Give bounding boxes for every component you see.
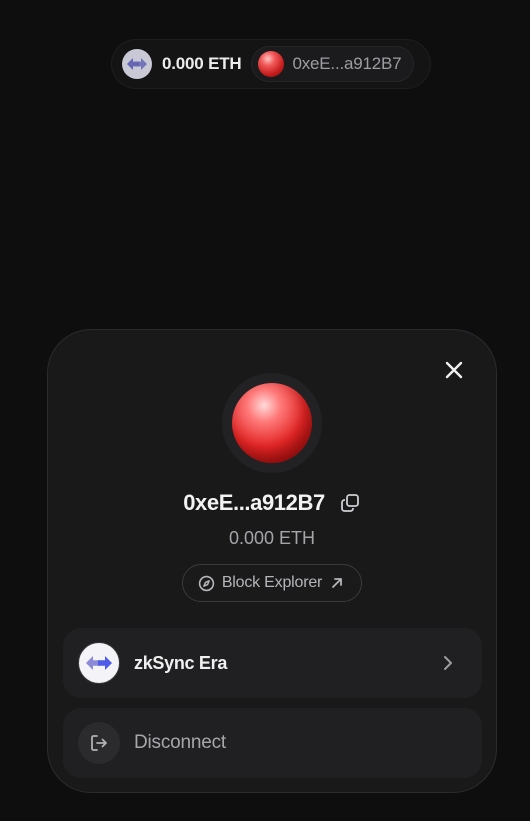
account-button[interactable]: 0.000 ETH 0xeE...a912B7 xyxy=(111,39,431,89)
network-icon[interactable] xyxy=(122,49,152,79)
disconnect-icon-frame xyxy=(78,722,120,764)
close-icon xyxy=(445,361,463,379)
disconnect-label: Disconnect xyxy=(134,732,226,753)
address-chip-text: 0xeE...a912B7 xyxy=(292,54,402,73)
arrow-up-right-icon xyxy=(328,574,346,592)
account-balance: 0.000 ETH xyxy=(162,54,242,73)
avatar-frame xyxy=(222,373,322,473)
account-balance-large: 0.000 ETH xyxy=(228,528,316,548)
copy-icon[interactable] xyxy=(339,492,361,514)
zksync-arrows-icon xyxy=(127,58,147,70)
zksync-logo-icon xyxy=(78,642,120,684)
network-selector[interactable]: zkSync Era xyxy=(63,628,482,698)
account-modal: 0xeE...a912B7 0.000 ETH Block Explorer z… xyxy=(47,329,497,793)
address-row: 0xeE...a912B7 xyxy=(48,490,496,516)
block-explorer-button[interactable]: Block Explorer xyxy=(182,564,362,602)
network-name: zkSync Era xyxy=(134,652,228,673)
disconnect-button[interactable]: Disconnect xyxy=(63,708,482,778)
avatar xyxy=(258,51,285,77)
block-explorer-label: Block Explorer xyxy=(221,574,323,591)
close-button[interactable] xyxy=(438,354,470,386)
compass-icon xyxy=(198,574,216,592)
chevron-right-icon xyxy=(438,652,458,674)
address-chip[interactable]: 0xeE...a912B7 xyxy=(251,46,415,82)
avatar-large xyxy=(232,383,312,463)
logout-icon xyxy=(91,735,107,751)
account-address: 0xeE...a912B7 xyxy=(183,490,325,515)
page: 0.000 ETH 0xeE...a912B7 0xeE...a912B7 0.… xyxy=(0,0,530,821)
